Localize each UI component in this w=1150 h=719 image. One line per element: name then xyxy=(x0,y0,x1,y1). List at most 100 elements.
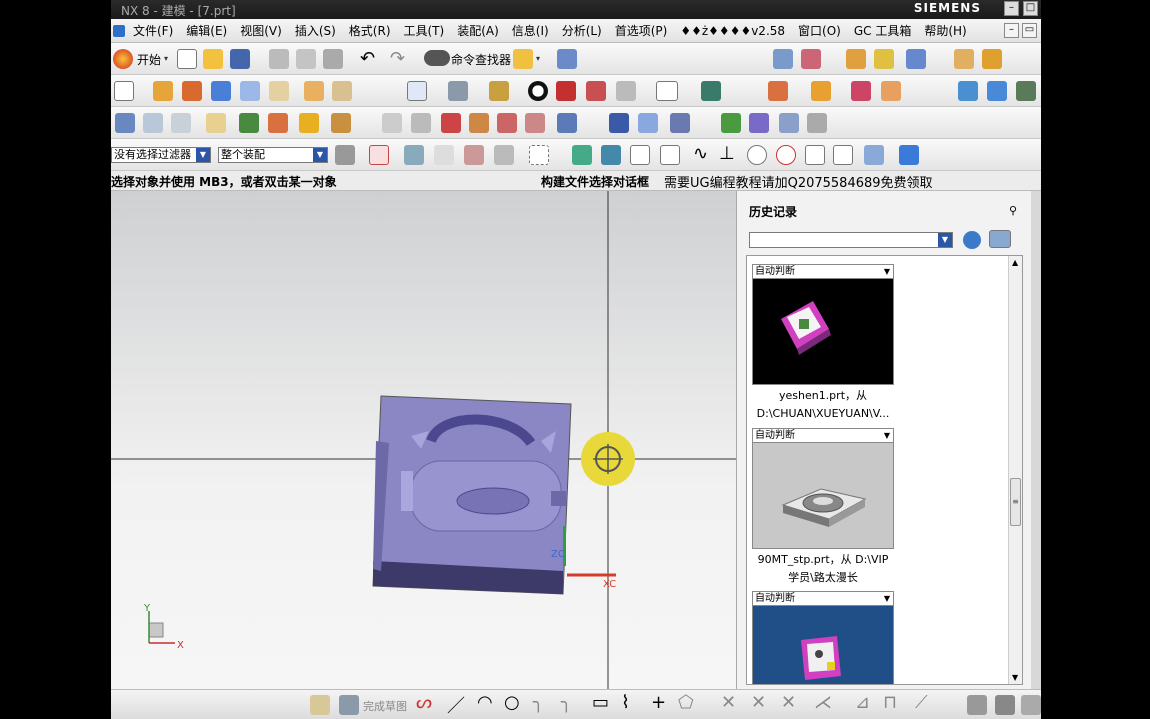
open-recent-icon[interactable] xyxy=(513,49,533,69)
snap-endpoint-icon[interactable] xyxy=(630,145,650,165)
app-menu-icon[interactable] xyxy=(113,24,125,37)
list-item[interactable]: 自动判断 ▼ yeshen1.prt，从 D:\CHUAN\XUEYUAN\V.… xyxy=(752,264,894,421)
history-list[interactable]: 自动判断 ▼ yeshen1.prt，从 D:\CHUAN\XUEYUAN\V.… xyxy=(746,255,1023,685)
rectangle-tool-icon[interactable]: ▭ xyxy=(592,692,609,713)
menu-file[interactable]: 文件(F) xyxy=(133,22,173,39)
eraser-icon[interactable] xyxy=(206,113,226,133)
type-filter-select[interactable]: 没有选择过滤器 ▼ xyxy=(111,147,211,163)
mold-wizard-icon[interactable] xyxy=(768,81,788,101)
polygon-icon[interactable]: ⬠ xyxy=(678,692,694,713)
menu-gc-toolbox[interactable]: GC 工具箱 xyxy=(854,22,912,39)
menu-edit[interactable]: 编辑(E) xyxy=(186,22,227,39)
open-recent-dropdown-icon[interactable]: ▾ xyxy=(536,54,540,63)
pen-icon[interactable] xyxy=(638,113,658,133)
snap-center-icon[interactable] xyxy=(747,145,767,165)
draft-icon[interactable] xyxy=(382,113,402,133)
curve-tool-icon[interactable] xyxy=(1016,81,1036,101)
chamfer-icon[interactable]: ╮ xyxy=(561,692,572,713)
select-all-icon[interactable] xyxy=(434,145,454,165)
tool-icon[interactable] xyxy=(670,113,690,133)
edge-blend-icon[interactable] xyxy=(489,81,509,101)
constraint-icon[interactable] xyxy=(967,695,987,715)
mesh-surface-icon[interactable] xyxy=(987,81,1007,101)
parting-icon[interactable] xyxy=(851,81,871,101)
scroll-down-icon[interactable]: ▼ xyxy=(1012,673,1018,682)
menu-assemblies[interactable]: 装配(A) xyxy=(457,22,499,39)
abc-icon[interactable] xyxy=(331,113,351,133)
cut-icon[interactable] xyxy=(269,49,289,69)
scope-filter-select[interactable]: 整个装配 ▼ xyxy=(218,147,328,163)
undo-icon[interactable]: ↶ xyxy=(360,48,375,69)
pin-icon[interactable]: ⚲ xyxy=(1009,204,1017,217)
check-icon[interactable] xyxy=(721,113,741,133)
ruler-icon[interactable] xyxy=(954,49,974,69)
auto-constraint-icon[interactable] xyxy=(995,695,1015,715)
unite-icon[interactable] xyxy=(448,81,468,101)
snap-enable-icon[interactable] xyxy=(572,145,592,165)
line-icon[interactable]: ／ xyxy=(447,692,465,718)
analysis-icon[interactable] xyxy=(874,49,894,69)
boss-icon[interactable] xyxy=(304,81,324,101)
rectangle-select-icon[interactable] xyxy=(529,145,549,165)
list-item[interactable]: 自动判断 ▼ 90MT_stp.prt，从 D:\VIP 学员\路太漫长 xyxy=(752,428,894,585)
stack-icon[interactable] xyxy=(143,113,163,133)
snap-options-icon[interactable] xyxy=(601,145,621,165)
list-item[interactable]: 自动判断 ▼ xyxy=(752,591,894,684)
block-icon[interactable] xyxy=(211,81,231,101)
arc-icon[interactable]: ◠ xyxy=(477,692,493,713)
make-corner-icon[interactable]: ✕ xyxy=(781,692,796,713)
feature-select-icon[interactable] xyxy=(464,145,484,165)
quick-trim-icon[interactable]: ✕ xyxy=(721,692,736,713)
mirror-icon[interactable] xyxy=(616,81,636,101)
pattern-curve-icon[interactable]: ⊿ xyxy=(855,692,870,713)
synchronous-icon[interactable] xyxy=(906,49,926,69)
history-entry-mode-select[interactable]: 自动判断 ▼ xyxy=(752,591,894,606)
gc-blend-icon[interactable] xyxy=(497,113,517,133)
rectangle-icon[interactable] xyxy=(656,81,678,101)
history-entry-mode-select[interactable]: 自动判断 ▼ xyxy=(752,264,894,279)
pattern-icon[interactable] xyxy=(586,81,606,101)
open-folder-icon[interactable] xyxy=(203,49,223,69)
menu-help[interactable]: 帮助(H) xyxy=(924,22,966,39)
hole-icon[interactable] xyxy=(269,81,289,101)
command-finder-button[interactable]: 命令查找器 xyxy=(451,51,511,68)
cube-red-icon[interactable] xyxy=(556,81,576,101)
new-file-icon[interactable] xyxy=(177,49,197,69)
sketch-board-icon[interactable] xyxy=(310,695,330,715)
view-options-icon[interactable] xyxy=(989,230,1011,248)
undo-selection-icon[interactable] xyxy=(404,145,424,165)
snap-body-icon[interactable] xyxy=(899,145,919,165)
menu-plugin[interactable]: ♦♦ż♦♦♦♦v2.58 xyxy=(680,24,785,38)
redo-icon[interactable]: ↷ xyxy=(390,48,405,69)
menu-tools[interactable]: 工具(T) xyxy=(404,22,445,39)
minimize-button[interactable]: – xyxy=(1004,1,1019,16)
maximize-button[interactable]: □ xyxy=(1023,1,1038,16)
mold-tools-icon[interactable] xyxy=(811,81,831,101)
display-constraints-icon[interactable] xyxy=(1021,695,1041,715)
protractor-icon[interactable] xyxy=(982,49,1002,69)
cylinder-icon[interactable] xyxy=(240,81,260,101)
layout-icon[interactable] xyxy=(115,113,135,133)
menu-window[interactable]: 窗口(O) xyxy=(798,22,841,39)
gc-fillet-icon[interactable] xyxy=(525,113,545,133)
revolve-icon[interactable] xyxy=(182,81,202,101)
profile-icon[interactable]: ᔕ xyxy=(416,692,432,713)
snap-point-icon[interactable] xyxy=(369,145,389,165)
extrude-icon[interactable] xyxy=(153,81,173,101)
snap-on-surface-icon[interactable] xyxy=(864,145,884,165)
drawing-icon[interactable] xyxy=(779,113,799,133)
pad-icon[interactable] xyxy=(332,81,352,101)
menu-analysis[interactable]: 分析(L) xyxy=(562,22,602,39)
copy-icon[interactable] xyxy=(296,49,316,69)
hammer-icon[interactable] xyxy=(268,113,288,133)
save-icon[interactable] xyxy=(230,49,250,69)
gc-shape-icon[interactable] xyxy=(441,113,461,133)
menu-insert[interactable]: 插入(S) xyxy=(295,22,336,39)
selection-icon[interactable] xyxy=(557,49,577,69)
menu-preferences[interactable]: 首选项(P) xyxy=(615,22,668,39)
toolpath-icon[interactable] xyxy=(557,113,577,133)
curve-select-icon[interactable] xyxy=(494,145,514,165)
assembly-navigator-icon[interactable] xyxy=(773,49,793,69)
graphics-window[interactable]: ZC XC Y X xyxy=(111,191,736,689)
back-arrow-icon[interactable] xyxy=(963,231,981,249)
